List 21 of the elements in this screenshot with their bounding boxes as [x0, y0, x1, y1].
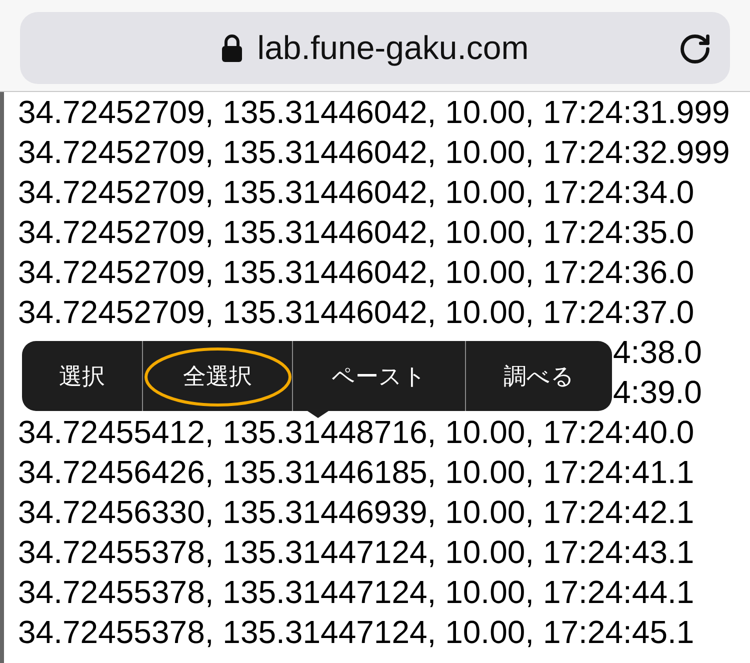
data-line: 34.72452709, 135.31446042, 10.00, 17:24:32.999 [18, 136, 730, 168]
data-line: 34.72455378, 135.31447124, 10.00, 17:24:43.1 [18, 536, 694, 568]
data-line: 34.72456426, 135.31446185, 10.00, 17:24:41.1 [18, 456, 694, 488]
reload-icon[interactable] [678, 32, 712, 66]
lock-icon [221, 34, 244, 62]
data-line: 34.72455378, 135.31447124, 10.00, 17:24:45.1 [18, 616, 694, 648]
address-bar[interactable]: lab.fune-gaku.com [20, 12, 730, 84]
data-line: 34.72452709, 135.31446042, 10.00, 17:24:34.0 [18, 176, 694, 208]
menu-item[interactable]: 全選択 [142, 341, 292, 411]
data-line: 34.72456330, 135.31446939, 10.00, 17:24:42.1 [18, 496, 694, 528]
url-text: lab.fune-gaku.com [257, 28, 529, 68]
data-line: 4:39.0 [613, 376, 702, 408]
data-line: 4:38.0 [613, 336, 702, 368]
data-line: 34.72452709, 135.31446042, 10.00, 17:24:35.0 [18, 216, 694, 248]
data-line: 34.72452709, 135.31446042, 10.00, 17:24:36.0 [18, 256, 694, 288]
data-line: 34.72455378, 135.31447124, 10.00, 17:24:44.1 [18, 576, 694, 608]
data-line: 34.72452709, 135.31446042, 10.00, 17:24:31.999 [18, 96, 730, 128]
menu-item[interactable]: 調べる [465, 341, 612, 411]
data-line: 34.72455412, 135.31448716, 10.00, 17:24:40.0 [18, 416, 694, 448]
menu-item[interactable]: 選択 [22, 341, 142, 411]
data-line: 34.72452709, 135.31446042, 10.00, 17:24:37.0 [18, 296, 694, 328]
